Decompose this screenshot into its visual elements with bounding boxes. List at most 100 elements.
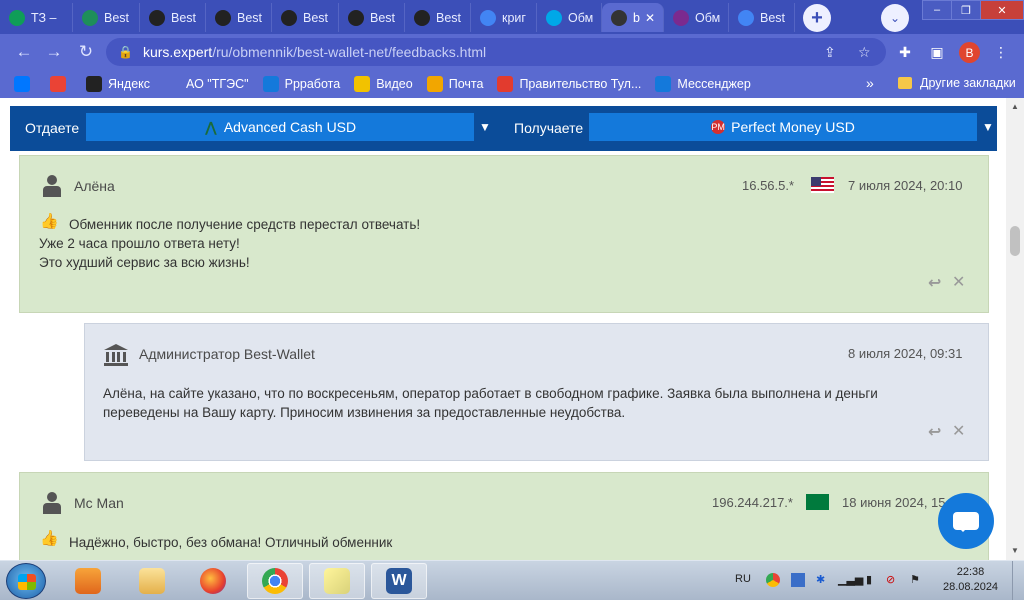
reload-button[interactable]: ↻ bbox=[74, 40, 98, 64]
feedback-ip: 196.244.217.* bbox=[712, 495, 793, 510]
tab-title: Обм bbox=[695, 10, 721, 25]
other-bookmarks[interactable]: Другие закладки bbox=[898, 76, 1016, 90]
mail-icon bbox=[426, 76, 443, 92]
tab-search-button[interactable]: ⌄ bbox=[881, 4, 909, 32]
browser-tab[interactable]: Best bbox=[729, 3, 795, 32]
taskbar-firefox[interactable] bbox=[185, 563, 241, 599]
yandex-icon bbox=[86, 76, 102, 92]
firefox-icon bbox=[200, 568, 226, 594]
chat-widget-button[interactable] bbox=[938, 493, 994, 549]
bank-icon bbox=[104, 344, 128, 366]
new-tab-button[interactable]: + bbox=[803, 4, 831, 32]
tab-title: Best bbox=[237, 10, 263, 25]
p-coin-icon bbox=[414, 9, 430, 26]
bookmarks-more-button[interactable]: » bbox=[866, 75, 874, 91]
taskbar-media-player[interactable] bbox=[60, 563, 116, 599]
bookmark-label: Ррработа bbox=[284, 77, 341, 91]
volume-muted-icon[interactable]: ⊘ bbox=[886, 573, 895, 586]
back-button[interactable]: ← bbox=[12, 40, 36, 64]
scroll-up-icon[interactable]: ▲ bbox=[1011, 102, 1019, 111]
browser-tab[interactable]: ТЗ – bbox=[0, 3, 73, 32]
p-coin-icon bbox=[348, 9, 364, 26]
browser-tab[interactable]: Обм bbox=[537, 3, 602, 32]
tab-title: Best bbox=[171, 10, 197, 25]
browser-tab[interactable]: Best bbox=[339, 3, 405, 32]
taskbar-sticky-notes[interactable] bbox=[309, 563, 365, 599]
side-panel-icon[interactable]: ▣ bbox=[928, 43, 946, 61]
tab-title: Best bbox=[760, 10, 786, 25]
tray-app-icon[interactable] bbox=[791, 573, 805, 587]
tges-icon bbox=[164, 76, 181, 92]
bookmark-item[interactable]: АО "ТГЭС" bbox=[164, 76, 249, 92]
bookmark-item[interactable]: Видео bbox=[354, 76, 413, 92]
reply-date: 8 июля 2024, 09:31 bbox=[848, 346, 963, 361]
browser-tab[interactable]: криг bbox=[471, 3, 537, 32]
tray-chrome-icon[interactable] bbox=[766, 573, 780, 587]
tab-title: Best bbox=[436, 10, 462, 25]
bluetooth-icon[interactable]: ✱ bbox=[816, 573, 825, 586]
browser-toolbar: ← → ↻ 🔒 kurs.expert/ru/obmennik/best-wal… bbox=[0, 34, 1024, 70]
show-desktop-button[interactable] bbox=[1012, 561, 1024, 600]
browser-tab[interactable]: Best bbox=[405, 3, 471, 32]
reply-icon[interactable]: ↩ bbox=[928, 422, 941, 442]
share-icon[interactable]: ⇪ bbox=[824, 44, 836, 61]
feedback-text-line: Уже 2 часа прошло ответа нету! bbox=[39, 236, 240, 251]
minimize-button[interactable]: – bbox=[922, 0, 952, 20]
bookmark-item[interactable] bbox=[50, 76, 72, 92]
browser-tab[interactable]: Best bbox=[140, 3, 206, 32]
get-currency-select[interactable]: PM Perfect Money USD bbox=[589, 113, 977, 141]
address-bar[interactable]: 🔒 kurs.expert/ru/obmennik/best-wallet-ne… bbox=[106, 38, 886, 66]
browser-tab[interactable]: Best bbox=[73, 3, 140, 32]
give-dropdown-arrow-icon[interactable]: ▼ bbox=[479, 120, 491, 134]
reply-icon[interactable]: ↩ bbox=[928, 273, 941, 293]
delete-icon[interactable]: ✕ bbox=[952, 421, 965, 441]
give-label: Отдаете bbox=[25, 120, 80, 136]
close-window-button[interactable]: ✕ bbox=[980, 0, 1024, 20]
advcash-icon: ⋀ bbox=[204, 118, 217, 135]
delete-icon[interactable]: ✕ bbox=[952, 272, 965, 292]
browser-tab[interactable]: Best bbox=[272, 3, 339, 32]
page-scrollbar[interactable]: ▲ ▼ bbox=[1006, 98, 1024, 560]
browser-tab[interactable]: Best bbox=[206, 3, 272, 32]
scroll-down-icon[interactable]: ▼ bbox=[1011, 546, 1019, 555]
extensions-icon[interactable]: ✚ bbox=[896, 43, 914, 61]
p-coin-icon bbox=[215, 9, 231, 26]
feedback-card: Алёна 16.56.5.* 7 июля 2024, 20:10 👍 Обм… bbox=[19, 155, 989, 313]
close-tab-icon[interactable]: ✕ bbox=[645, 11, 655, 25]
shield-icon bbox=[82, 9, 98, 26]
system-clock[interactable]: 22:38 28.08.2024 bbox=[943, 565, 998, 595]
bookmarks-bar: Яндекс АО "ТГЭС" Ррработа Видео Почта Правите… bbox=[0, 70, 1024, 98]
window-controls: – ❐ ✕ bbox=[922, 0, 1024, 20]
profile-avatar[interactable]: B bbox=[959, 42, 980, 63]
tab-title: криг bbox=[502, 10, 526, 25]
taskbar-explorer[interactable] bbox=[124, 563, 180, 599]
get-dropdown-arrow-icon[interactable]: ▼ bbox=[982, 120, 994, 134]
language-indicator[interactable]: RU bbox=[735, 573, 751, 585]
battery-icon[interactable]: ▮ bbox=[866, 573, 872, 586]
browser-tab[interactable]: b ✕ bbox=[602, 3, 664, 32]
clock-date: 28.08.2024 bbox=[943, 581, 999, 593]
give-currency-select[interactable]: ⋀ Advanced Cash USD bbox=[86, 113, 474, 141]
browser-tab[interactable]: Обм bbox=[664, 3, 729, 32]
bookmark-item[interactable]: Яндекс bbox=[86, 76, 150, 92]
bookmark-item[interactable]: Ррработа bbox=[262, 76, 341, 92]
vk-icon bbox=[14, 76, 30, 92]
menu-kebab-icon[interactable]: ⋮ bbox=[992, 43, 1010, 61]
restore-button[interactable]: ❐ bbox=[951, 0, 981, 20]
p-coin-icon bbox=[281, 9, 297, 26]
admin-reply-card: Администратор Best-Wallet 8 июля 2024, 0… bbox=[84, 323, 989, 461]
bookmark-item[interactable]: Почта bbox=[426, 76, 483, 92]
bookmark-item[interactable]: Правительство Тул... bbox=[497, 76, 641, 92]
forward-button[interactable]: → bbox=[42, 40, 66, 64]
signal-icon[interactable]: ▁▃▅ bbox=[838, 573, 863, 586]
bookmark-label: Мессенджер bbox=[677, 77, 751, 91]
taskbar-word[interactable]: W bbox=[371, 563, 427, 599]
emblem-icon bbox=[497, 76, 514, 92]
start-button[interactable] bbox=[6, 563, 46, 599]
bookmark-item[interactable]: Мессенджер bbox=[655, 76, 751, 92]
bookmark-star-icon[interactable]: ☆ bbox=[858, 44, 871, 61]
action-center-flag-icon[interactable]: ⚑ bbox=[910, 573, 920, 586]
scrollbar-thumb[interactable] bbox=[1010, 226, 1020, 256]
taskbar-chrome[interactable] bbox=[247, 563, 303, 599]
bookmark-item[interactable] bbox=[14, 76, 36, 92]
